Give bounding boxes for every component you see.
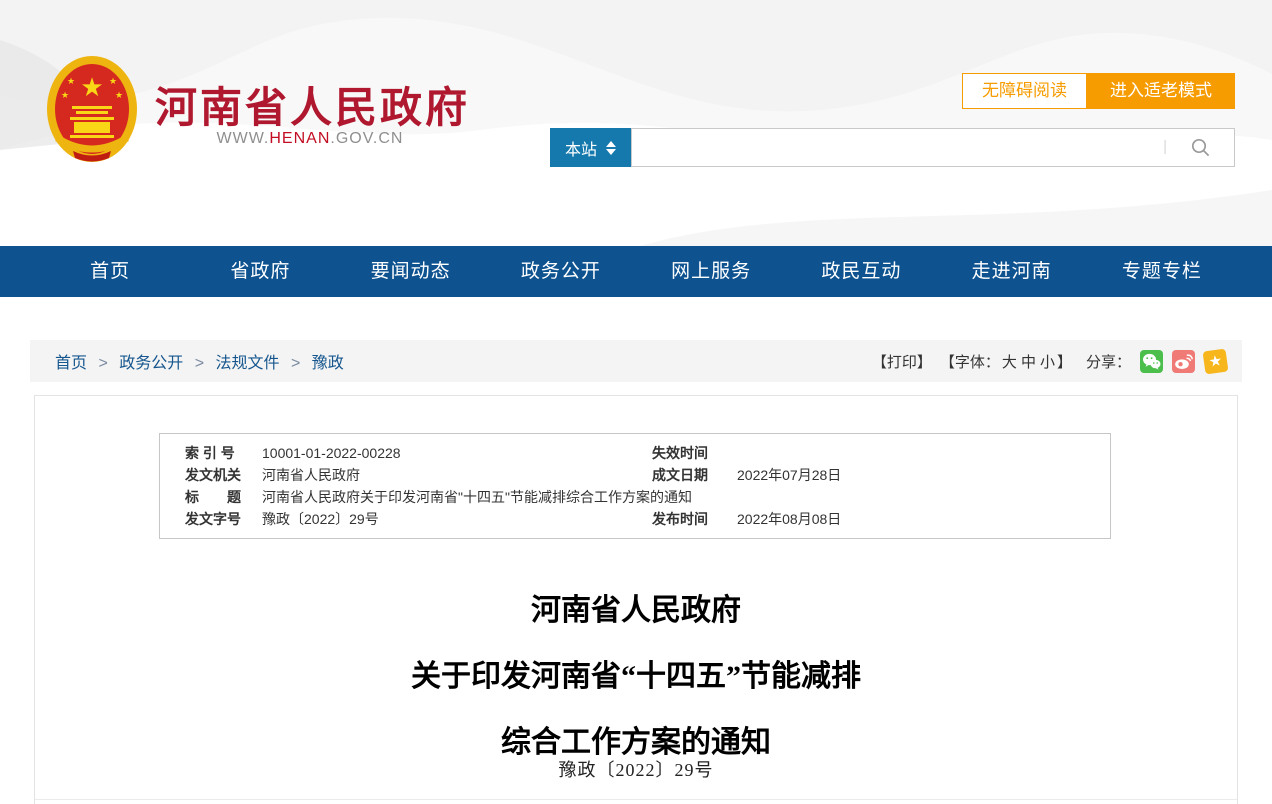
- nav-item-home[interactable]: 首页: [35, 246, 185, 297]
- site-url: WWW.HENAN.GOV.CN: [155, 130, 465, 148]
- document-meta-table: 索 引 号 10001-01-2022-00228 失效时间 发文机关 河南省人…: [159, 433, 1111, 539]
- breadcrumb-home[interactable]: 首页: [55, 355, 87, 372]
- meta-value-index-number: 10001-01-2022-00228: [262, 442, 652, 464]
- site-title: 河南省人民政府: [155, 74, 470, 135]
- meta-row: 发文字号 豫政〔2022〕29号 发布时间 2022年08月08日: [160, 508, 1110, 530]
- nav-item-public-interaction[interactable]: 政民互动: [786, 246, 936, 297]
- article-title-line1: 河南省人民政府: [35, 578, 1237, 644]
- search-box: |: [631, 128, 1235, 167]
- svg-text:★: ★: [115, 90, 123, 100]
- accessibility-reading-button[interactable]: 无障碍阅读: [962, 73, 1087, 109]
- meta-label-written-date: 成文日期: [652, 464, 737, 486]
- meta-row: 发文机关 河南省人民政府 成文日期 2022年07月28日: [160, 464, 1110, 486]
- meta-row: 索 引 号 10001-01-2022-00228 失效时间: [160, 442, 1110, 464]
- font-size-suffix: 】: [1057, 354, 1072, 371]
- font-size-small-button[interactable]: 小: [1040, 354, 1055, 371]
- site-url-suffix: .GOV.CN: [330, 130, 403, 147]
- page-tools: 【打印】 【字体：大中小】 分享： ★: [872, 350, 1242, 373]
- nav-item-government-affairs[interactable]: 政务公开: [486, 246, 636, 297]
- meta-value-document-number: 豫政〔2022〕29号: [262, 508, 652, 530]
- font-size-prefix: 【字体：: [940, 354, 1000, 371]
- nav-item-special-topics[interactable]: 专题专栏: [1087, 246, 1237, 297]
- nav-item-about-henan[interactable]: 走进河南: [937, 246, 1087, 297]
- search-scope-label: 本站: [565, 136, 597, 160]
- main-navigation: 首页 省政府 要闻动态 政务公开 网上服务 政民互动 走进河南 专题专栏: [0, 246, 1272, 297]
- weibo-icon: [1174, 353, 1193, 370]
- page-header: ★ ★ ★ ★ ★ 河南省人民政府 WWW.HENAN.GOV.CN 无障碍阅读…: [0, 0, 1272, 246]
- meta-value-title: 河南省人民政府关于印发河南省"十四五"节能减排综合工作方案的通知: [262, 486, 1110, 508]
- breadcrumb-regulations[interactable]: 法规文件: [216, 355, 280, 372]
- content-divider: [35, 799, 1237, 800]
- breadcrumb-separator: >: [98, 355, 107, 372]
- article-document-number: 豫政〔2022〕29号: [35, 756, 1237, 782]
- meta-label-expiry-time: 失效时间: [652, 442, 737, 464]
- weibo-share-icon[interactable]: [1172, 350, 1195, 373]
- meta-value-written-date: 2022年07月28日: [737, 464, 1110, 486]
- article-title: 河南省人民政府 关于印发河南省“十四五”节能减排 综合工作方案的通知: [35, 578, 1237, 776]
- meta-label-issuing-agency: 发文机关: [185, 464, 262, 486]
- font-size-group: 【字体：大中小】: [940, 351, 1072, 372]
- meta-value-issuing-agency: 河南省人民政府: [262, 464, 652, 486]
- favorite-star-icon[interactable]: ★: [1203, 348, 1229, 374]
- site-search: 本站 |: [550, 128, 1235, 167]
- meta-label-title: 标 题: [185, 486, 262, 508]
- share-label: 分享：: [1086, 351, 1131, 372]
- site-url-domain: HENAN: [269, 130, 330, 147]
- breadcrumb-separator: >: [291, 355, 300, 372]
- svg-text:★: ★: [61, 90, 69, 100]
- article-title-line2: 关于印发河南省“十四五”节能减排: [35, 644, 1237, 710]
- svg-text:★: ★: [67, 76, 75, 86]
- elder-mode-button[interactable]: 进入适老模式: [1087, 73, 1235, 109]
- wechat-share-icon[interactable]: [1140, 350, 1163, 373]
- meta-value-expiry-time: [737, 442, 1110, 464]
- print-button[interactable]: 【打印】: [872, 351, 932, 372]
- main-navigation-inner: 首页 省政府 要闻动态 政务公开 网上服务 政民互动 走进河南 专题专栏: [35, 246, 1237, 297]
- meta-label-index-number: 索 引 号: [185, 442, 262, 464]
- breadcrumb-separator: >: [195, 355, 204, 372]
- svg-text:★: ★: [109, 76, 117, 86]
- search-icon[interactable]: [1190, 137, 1211, 158]
- wechat-icon: [1142, 353, 1161, 370]
- meta-label-document-number: 发文字号: [185, 508, 262, 530]
- nav-item-online-services[interactable]: 网上服务: [636, 246, 786, 297]
- site-url-www: WWW.: [217, 130, 270, 147]
- breadcrumb-bar: 首页 > 政务公开 > 法规文件 > 豫政 【打印】 【字体：大中小】 分享：: [30, 340, 1242, 382]
- breadcrumb: 首页 > 政务公开 > 法规文件 > 豫政: [30, 349, 344, 373]
- meta-value-publish-time: 2022年08月08日: [737, 508, 1110, 530]
- dropdown-arrows-icon: [606, 141, 616, 155]
- nav-item-provincial-government[interactable]: 省政府: [185, 246, 335, 297]
- national-emblem-icon: ★ ★ ★ ★ ★: [45, 54, 139, 164]
- svg-text:★: ★: [80, 72, 103, 102]
- breadcrumb-yuzheng[interactable]: 豫政: [312, 355, 344, 372]
- breadcrumb-government-affairs[interactable]: 政务公开: [119, 355, 183, 372]
- font-size-large-button[interactable]: 大: [1002, 354, 1017, 371]
- header-mode-buttons: 无障碍阅读 进入适老模式: [962, 73, 1235, 109]
- font-size-medium-button[interactable]: 中: [1021, 354, 1036, 371]
- site-logo[interactable]: ★ ★ ★ ★ ★ 河南省人民政府 WWW.HENAN.GOV.CN: [45, 52, 465, 172]
- nav-item-news[interactable]: 要闻动态: [336, 246, 486, 297]
- search-input[interactable]: [631, 128, 1235, 167]
- article-container: 索 引 号 10001-01-2022-00228 失效时间 发文机关 河南省人…: [34, 395, 1238, 804]
- search-divider: |: [1163, 138, 1167, 155]
- meta-label-publish-time: 发布时间: [652, 508, 737, 530]
- search-scope-dropdown[interactable]: 本站: [550, 128, 631, 167]
- meta-row: 标 题 河南省人民政府关于印发河南省"十四五"节能减排综合工作方案的通知: [160, 486, 1110, 508]
